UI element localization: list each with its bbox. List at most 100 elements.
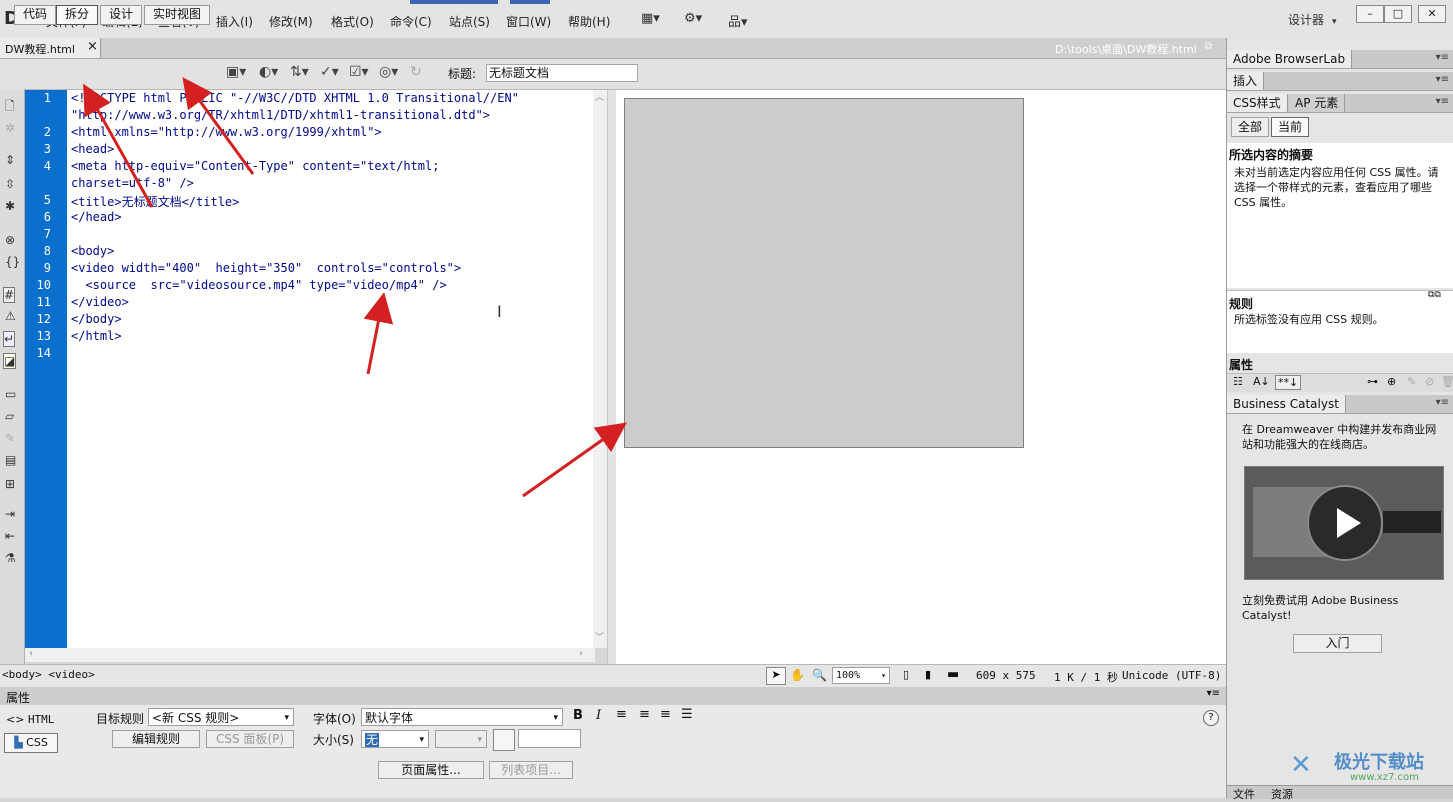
page-title-input[interactable]: 无标题文档 xyxy=(486,64,638,82)
document-tab[interactable]: DW教程.html × xyxy=(0,38,101,58)
visual-aids-icon[interactable]: ◎▾ xyxy=(379,64,398,80)
gear-icon[interactable]: ⚙▾ xyxy=(684,11,702,26)
code-line[interactable]: <video width="400" height="350" controls… xyxy=(71,261,461,275)
window-size[interactable]: 609 x 575 xyxy=(976,669,1036,682)
format-source-icon[interactable]: ⚗ xyxy=(5,551,16,565)
hand-tool-icon[interactable]: ✋ xyxy=(790,668,805,682)
recent-snippets-icon[interactable]: ▤ xyxy=(5,453,16,467)
all-rules-button[interactable]: 全部 xyxy=(1231,117,1269,137)
code-line[interactable]: <html xmlns="http://www.w3.org/1999/xhtm… xyxy=(71,125,382,139)
code-line[interactable]: </body> xyxy=(71,312,122,326)
code-editor[interactable] xyxy=(67,90,593,648)
menu-item[interactable]: 修改(M) xyxy=(269,13,313,30)
menu-item[interactable]: 命令(C) xyxy=(390,13,432,30)
check-browser-icon[interactable]: ☑▾ xyxy=(349,64,369,80)
code-line[interactable]: <body> xyxy=(71,244,114,258)
code-line[interactable]: <head> xyxy=(71,142,114,156)
insert-tab[interactable]: 插入 xyxy=(1227,72,1265,90)
new-rule-icon[interactable]: ⊕ xyxy=(1387,375,1396,388)
collapse-tag-icon[interactable]: ⇕ xyxy=(5,153,15,167)
code-line[interactable]: </html> xyxy=(71,329,122,343)
code-line[interactable]: <meta http-equiv="Content-Type" content=… xyxy=(71,159,439,173)
design-view-button[interactable]: 设计 xyxy=(100,5,142,25)
code-line[interactable]: <title>无标题文档</title> xyxy=(71,193,239,210)
menu-item[interactable]: 插入(I) xyxy=(216,13,253,30)
css-panel-button[interactable]: CSS 面板(P) xyxy=(206,730,294,748)
list-items-button[interactable]: 列表项目... xyxy=(489,761,573,779)
help-icon[interactable]: ? xyxy=(1203,710,1219,726)
html-mode-button[interactable]: <> HTML xyxy=(6,713,54,726)
attach-style-icon[interactable]: ⊶ xyxy=(1367,375,1378,388)
video-placeholder[interactable] xyxy=(624,98,1024,448)
edit-rule-icon[interactable]: ✎ xyxy=(1407,375,1416,388)
bc-video-thumbnail[interactable] xyxy=(1244,466,1444,580)
category-view-icon[interactable]: ☷ xyxy=(1233,375,1243,388)
syntax-coloring-icon[interactable]: ◪ xyxy=(3,353,17,369)
mobile-size-icon[interactable]: ▯ xyxy=(903,668,909,681)
w3c-validation-icon[interactable]: ✓▾ xyxy=(320,64,339,80)
file-management-icon[interactable]: ⇅▾ xyxy=(290,64,309,80)
select-tool-icon[interactable]: ➤ xyxy=(766,667,786,685)
close-tab-icon[interactable]: × xyxy=(87,39,98,54)
collapse-selection-icon[interactable]: ⇳ xyxy=(5,177,15,191)
color-picker[interactable] xyxy=(493,729,515,751)
split-view-button[interactable]: 拆分 xyxy=(56,5,98,25)
panel-menu-icon[interactable]: ▾≡ xyxy=(1436,52,1449,63)
business-catalyst-tab[interactable]: Business Catalyst xyxy=(1227,395,1346,413)
highlight-invalid-icon[interactable]: ⚠ xyxy=(5,309,16,323)
panel-menu-icon[interactable]: ▾≡ xyxy=(1436,74,1449,85)
align-right-icon[interactable]: ≡ xyxy=(660,707,671,722)
wrap-tag-icon[interactable]: ✎ xyxy=(5,431,15,445)
zoom-select[interactable]: 100% ▾ xyxy=(832,667,890,684)
layout-icon[interactable]: ▦▾ xyxy=(641,11,660,26)
menu-item[interactable]: 格式(O) xyxy=(331,13,374,30)
ap-elements-tab[interactable]: AP 元素 xyxy=(1289,94,1346,112)
bold-icon[interactable]: B xyxy=(573,708,583,723)
multiscreen-icon[interactable]: ▣▾ xyxy=(226,64,246,80)
show-code-navigator-icon[interactable]: ✲ xyxy=(5,121,15,135)
balance-braces-icon[interactable]: {} xyxy=(5,255,20,269)
expand-all-icon[interactable]: ✱ xyxy=(5,199,15,213)
remove-comment-icon[interactable]: ▱ xyxy=(5,409,14,423)
code-line[interactable]: </video> xyxy=(71,295,129,309)
get-started-button[interactable]: 入门 xyxy=(1293,634,1382,653)
rules-view-icon[interactable]: ⧉⧉ xyxy=(1428,290,1441,300)
maximize-button[interactable]: □ xyxy=(1384,5,1412,23)
current-rules-button[interactable]: 当前 xyxy=(1271,117,1309,137)
outdent-code-icon[interactable]: ⇤ xyxy=(5,529,15,543)
font-select[interactable]: 默认字体 ▾ xyxy=(361,708,563,726)
sort-az-icon[interactable]: A↓ xyxy=(1253,375,1270,388)
code-line[interactable]: charset=utf-8" /> xyxy=(71,176,194,190)
css-styles-tab[interactable]: CSS样式 xyxy=(1227,94,1288,112)
code-view-button[interactable]: 代码 xyxy=(14,5,56,25)
delete-rule-icon[interactable]: 🗑 xyxy=(1441,375,1453,388)
minimize-button[interactable]: – xyxy=(1356,5,1384,23)
code-line[interactable]: <!DOCTYPE html PUBLIC "-//W3C//DTD XHTML… xyxy=(71,91,519,105)
indent-code-icon[interactable]: ⇥ xyxy=(5,507,15,521)
restore-doc-icon[interactable]: ⧉ xyxy=(1205,41,1212,52)
live-view-button[interactable]: 实时视图 xyxy=(144,5,210,25)
menu-item[interactable]: 窗口(W) xyxy=(506,13,551,30)
disable-rule-icon[interactable]: ⊘ xyxy=(1425,375,1434,388)
menu-item[interactable]: 帮助(H) xyxy=(568,13,610,30)
files-tab[interactable]: 文件 xyxy=(1233,786,1255,802)
italic-icon[interactable]: I xyxy=(596,708,601,723)
word-wrap-icon[interactable]: ↵ xyxy=(3,331,16,347)
code-line[interactable]: <source src="videosource.mp4" type="vide… xyxy=(71,278,446,292)
workspace-switcher[interactable]: 设计器 ▾ xyxy=(1288,11,1337,28)
set-properties-icon[interactable]: **↓ xyxy=(1275,375,1302,390)
panel-menu-icon[interactable]: ▾≡ xyxy=(1207,688,1220,699)
size-select[interactable]: 无 ▾ xyxy=(361,730,429,748)
menu-item[interactable]: 站点(S) xyxy=(449,13,490,30)
target-rule-select[interactable]: <新 CSS 规则> ▾ xyxy=(148,708,294,726)
align-center-icon[interactable]: ≡ xyxy=(639,707,650,722)
line-numbers-icon[interactable]: # xyxy=(3,287,16,303)
play-button[interactable] xyxy=(1307,485,1383,561)
tag-selector[interactable]: <body> <video> xyxy=(2,668,95,681)
move-css-icon[interactable]: ⊞ xyxy=(5,477,15,491)
code-vertical-scrollbar[interactable]: ︿ ﹀ xyxy=(593,90,607,648)
open-documents-icon[interactable]: 🗋 xyxy=(5,97,15,118)
color-input[interactable] xyxy=(518,729,581,748)
panel-menu-icon[interactable]: ▾≡ xyxy=(1436,96,1449,107)
apply-comment-icon[interactable]: ▭ xyxy=(5,387,16,401)
